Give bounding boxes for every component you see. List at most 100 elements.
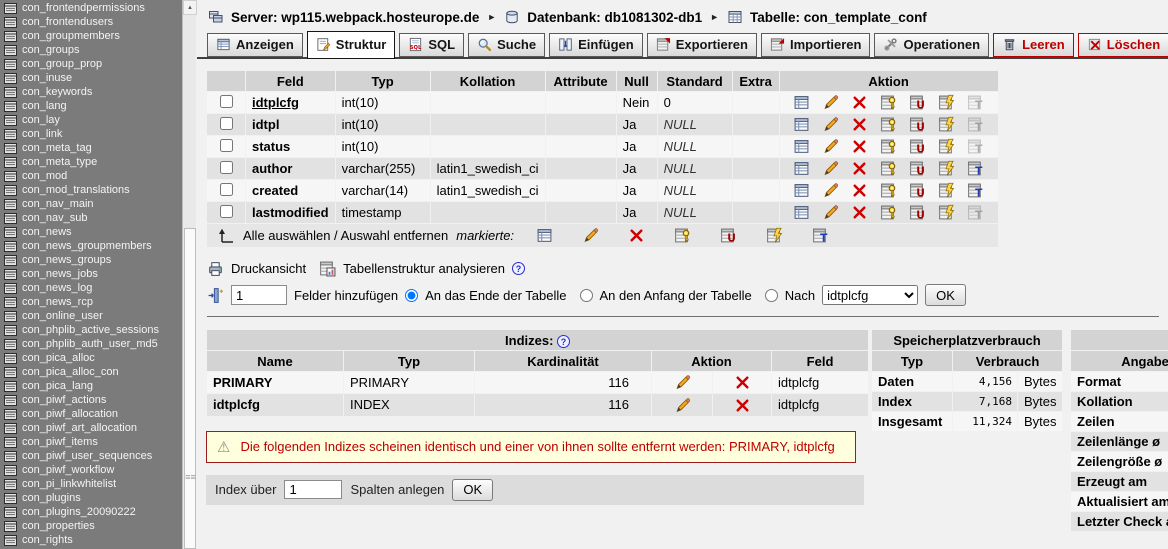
sidebar-table-item[interactable]: con_mod_translations: [0, 183, 182, 197]
primary-key-icon[interactable]: [880, 94, 897, 111]
primary-key-icon[interactable]: [880, 182, 897, 199]
sidebar-table-item[interactable]: con_inuse: [0, 71, 182, 85]
sidebar-table-item[interactable]: con_groupmembers: [0, 29, 182, 43]
browse-icon[interactable]: [793, 116, 810, 133]
tab-operationen[interactable]: Operationen: [874, 33, 989, 57]
edit-pencil-icon[interactable]: [822, 160, 839, 177]
sidebar-table-item[interactable]: con_phplib_auth_user_md5: [0, 337, 182, 351]
edit-pencil-icon[interactable]: [582, 227, 599, 244]
tab-einfuegen[interactable]: Einfügen: [549, 33, 643, 57]
add-fields-count-input[interactable]: [231, 285, 287, 305]
radio-table-begin[interactable]: [580, 289, 593, 302]
edit-pencil-icon[interactable]: [822, 138, 839, 155]
sidebar-table-item[interactable]: con_news: [0, 225, 182, 239]
sidebar-table-item[interactable]: con_nav_main: [0, 197, 182, 211]
unique-icon[interactable]: [909, 182, 926, 199]
sidebar-table-item[interactable]: con_plugins: [0, 491, 182, 505]
breadcrumb-server[interactable]: Server: wp115.webpack.hosteurope.de: [231, 10, 479, 25]
sidebar-table-item[interactable]: con_news_jobs: [0, 267, 182, 281]
tab-exportieren[interactable]: Exportieren: [647, 33, 757, 57]
tab-anzeigen[interactable]: Anzeigen: [207, 33, 303, 57]
index-icon[interactable]: [766, 227, 783, 244]
edit-pencil-icon[interactable]: [674, 397, 691, 414]
fulltext-icon[interactable]: [812, 227, 829, 244]
delete-x-icon[interactable]: [851, 94, 868, 111]
create-index-ok-button[interactable]: OK: [452, 479, 493, 501]
edit-pencil-icon[interactable]: [822, 182, 839, 199]
row-checkbox[interactable]: [220, 183, 233, 196]
sidebar-table-item[interactable]: con_group_prop: [0, 57, 182, 71]
add-fields-ok-button[interactable]: OK: [925, 284, 966, 306]
breadcrumb-table[interactable]: Tabelle: con_template_conf: [750, 10, 927, 25]
sidebar-table-item[interactable]: con_rights: [0, 533, 182, 547]
unique-icon[interactable]: [909, 138, 926, 155]
sidebar-table-item[interactable]: con_mod: [0, 169, 182, 183]
edit-pencil-icon[interactable]: [822, 94, 839, 111]
sidebar-table-item[interactable]: con_keywords: [0, 85, 182, 99]
browse-icon[interactable]: [793, 182, 810, 199]
sidebar-table-item[interactable]: con_piwf_actions: [0, 393, 182, 407]
primary-key-icon[interactable]: [880, 204, 897, 221]
sidebar-table-item[interactable]: con_pica_lang: [0, 379, 182, 393]
unique-icon[interactable]: [720, 227, 737, 244]
tab-loeschen[interactable]: Löschen: [1078, 33, 1168, 57]
sidebar-table-item[interactable]: con_properties: [0, 519, 182, 533]
sidebar-table-item[interactable]: con_pica_alloc: [0, 351, 182, 365]
browse-icon[interactable]: [793, 138, 810, 155]
primary-key-icon[interactable]: [674, 227, 691, 244]
fulltext-icon[interactable]: [967, 160, 984, 177]
tab-struktur[interactable]: Struktur: [307, 31, 396, 59]
sidebar-table-item[interactable]: con_lay: [0, 113, 182, 127]
scrollbar-thumb[interactable]: ≡≡: [184, 228, 196, 549]
delete-x-icon[interactable]: [851, 182, 868, 199]
help-icon[interactable]: ?: [512, 262, 525, 275]
edit-pencil-icon[interactable]: [822, 116, 839, 133]
unique-icon[interactable]: [909, 204, 926, 221]
edit-pencil-icon[interactable]: [822, 204, 839, 221]
tab-sql[interactable]: SQL: [399, 33, 464, 57]
sidebar-table-item[interactable]: con_news_rcp: [0, 295, 182, 309]
radio-after-field[interactable]: [765, 289, 778, 302]
row-checkbox[interactable]: [220, 117, 233, 130]
index-icon[interactable]: [938, 116, 955, 133]
sidebar-table-item[interactable]: con_meta_tag: [0, 141, 182, 155]
sidebar-table-item[interactable]: con_online_user: [0, 309, 182, 323]
sidebar-table-item[interactable]: con_pica_alloc_con: [0, 365, 182, 379]
delete-x-icon[interactable]: [628, 227, 645, 244]
sidebar-table-item[interactable]: con_groups: [0, 43, 182, 57]
sidebar-table-item[interactable]: con_plugins_20090222: [0, 505, 182, 519]
browse-icon[interactable]: [793, 204, 810, 221]
sidebar-table-item[interactable]: con_link: [0, 127, 182, 141]
sidebar-table-item[interactable]: con_phplib_active_sessions: [0, 323, 182, 337]
index-icon[interactable]: [938, 94, 955, 111]
primary-key-icon[interactable]: [880, 138, 897, 155]
sidebar-table-item[interactable]: con_lang: [0, 99, 182, 113]
fulltext-icon[interactable]: [967, 182, 984, 199]
delete-x-icon[interactable]: [851, 138, 868, 155]
row-checkbox[interactable]: [220, 95, 233, 108]
index-columns-input[interactable]: [284, 480, 342, 499]
sidebar-table-item[interactable]: con_frontendusers: [0, 15, 182, 29]
sidebar-table-item[interactable]: con_piwf_items: [0, 435, 182, 449]
delete-x-icon[interactable]: [734, 374, 751, 391]
browse-icon[interactable]: [793, 94, 810, 111]
sidebar-table-item[interactable]: con_piwf_art_allocation: [0, 421, 182, 435]
tab-suche[interactable]: Suche: [468, 33, 545, 57]
index-icon[interactable]: [938, 182, 955, 199]
index-icon[interactable]: [938, 204, 955, 221]
sidebar-table-item[interactable]: con_news_groups: [0, 253, 182, 267]
delete-x-icon[interactable]: [734, 397, 751, 414]
index-icon[interactable]: [938, 138, 955, 155]
delete-x-icon[interactable]: [851, 160, 868, 177]
delete-x-icon[interactable]: [851, 204, 868, 221]
row-checkbox[interactable]: [220, 139, 233, 152]
print-view-link[interactable]: Druckansicht: [231, 261, 306, 276]
unique-icon[interactable]: [909, 160, 926, 177]
breadcrumb-database[interactable]: Datenbank: db1081302-db1: [527, 10, 702, 25]
sidebar-table-item[interactable]: con_frontendpermissions: [0, 1, 182, 15]
row-checkbox[interactable]: [220, 161, 233, 174]
sidebar-table-item[interactable]: con_pi_linkwhitelist: [0, 477, 182, 491]
select-all-link[interactable]: Alle auswählen / Auswahl entfernen: [243, 228, 448, 243]
sidebar-table-item[interactable]: con_news_groupmembers: [0, 239, 182, 253]
tab-importieren[interactable]: Importieren: [761, 33, 871, 57]
